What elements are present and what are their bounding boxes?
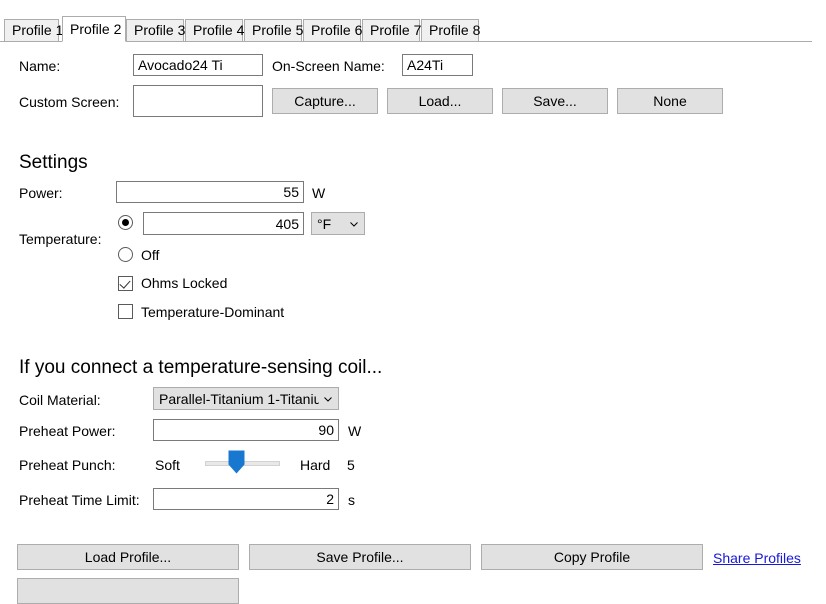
tab-profile-5[interactable]: Profile 5 [244, 19, 302, 41]
temperature-off-label: Off [141, 247, 159, 263]
custom-screen-input[interactable] [133, 85, 263, 117]
preheat-time-unit-label: s [348, 492, 355, 508]
name-input[interactable]: Avocado24 Ti [133, 54, 263, 76]
temperature-dominant-checkbox[interactable] [118, 304, 133, 319]
preheat-punch-max-label: Hard [300, 457, 330, 473]
chevron-down-icon [348, 218, 360, 230]
tab-profile-4[interactable]: Profile 4 [185, 19, 243, 41]
tab-label: Profile 5 [252, 22, 303, 38]
onscreen-name-label: On-Screen Name: [272, 58, 385, 74]
profile-tab-strip: Profile 1 Profile 2 Profile 3 Profile 4 … [0, 0, 826, 42]
save-screen-button[interactable]: Save... [502, 88, 608, 114]
preheat-punch-slider-thumb[interactable] [228, 450, 245, 474]
coil-material-select[interactable]: Parallel-Titanium 1-Titaniu [153, 387, 339, 410]
tab-label: Profile 6 [311, 22, 362, 38]
coil-material-label: Coil Material: [19, 392, 101, 408]
tab-profile-2[interactable]: Profile 2 [62, 16, 126, 42]
coil-section-heading: If you connect a temperature-sensing coi… [19, 357, 382, 379]
settings-heading: Settings [19, 152, 88, 174]
temperature-on-radio[interactable] [118, 215, 133, 230]
share-profiles-link[interactable]: Share Profiles [713, 550, 801, 566]
ohms-locked-checkbox[interactable] [118, 276, 133, 291]
tab-label: Profile 2 [70, 21, 121, 37]
preheat-power-unit-label: W [348, 423, 361, 439]
tab-label: Profile 1 [12, 22, 63, 38]
tab-profile-6[interactable]: Profile 6 [303, 19, 361, 41]
tab-label: Profile 3 [134, 22, 185, 38]
preheat-punch-label: Preheat Punch: [19, 457, 116, 473]
preheat-time-limit-input[interactable]: 2 [153, 488, 339, 510]
load-profile-button[interactable]: Load Profile... [17, 544, 239, 570]
tab-label: Profile 8 [429, 22, 480, 38]
chevron-down-icon [322, 393, 334, 405]
temperature-label: Temperature: [19, 231, 101, 247]
tab-profile-3[interactable]: Profile 3 [126, 19, 184, 41]
tab-label: Profile 4 [193, 22, 244, 38]
preheat-time-limit-label: Preheat Time Limit: [19, 492, 140, 508]
capture-button[interactable]: Capture... [272, 88, 378, 114]
name-label: Name: [19, 58, 60, 74]
power-unit-label: W [312, 185, 325, 201]
save-profile-button[interactable]: Save Profile... [249, 544, 471, 570]
none-screen-button[interactable]: None [617, 88, 723, 114]
temperature-off-radio[interactable] [118, 247, 133, 262]
partial-bottom-button[interactable] [17, 578, 239, 604]
tab-profile-7[interactable]: Profile 7 [362, 19, 420, 41]
temperature-input[interactable]: 405 [143, 212, 304, 235]
power-input[interactable]: 55 [116, 181, 304, 203]
tab-label: Profile 7 [370, 22, 421, 38]
preheat-power-label: Preheat Power: [19, 423, 116, 439]
tab-profile-1[interactable]: Profile 1 [4, 19, 59, 41]
tab-profile-8[interactable]: Profile 8 [421, 19, 479, 41]
preheat-punch-value: 5 [347, 457, 355, 473]
coil-material-value: Parallel-Titanium 1-Titaniu [159, 391, 319, 407]
copy-profile-button[interactable]: Copy Profile [481, 544, 703, 570]
onscreen-name-input[interactable]: A24Ti [402, 54, 473, 76]
custom-screen-label: Custom Screen: [19, 94, 119, 110]
temperature-unit-select[interactable]: °F [311, 212, 365, 235]
preheat-punch-min-label: Soft [155, 457, 180, 473]
ohms-locked-label: Ohms Locked [141, 275, 227, 291]
power-label: Power: [19, 185, 63, 201]
preheat-power-input[interactable]: 90 [153, 419, 339, 441]
load-screen-button[interactable]: Load... [387, 88, 493, 114]
temperature-unit-value: °F [317, 216, 345, 232]
temperature-dominant-label: Temperature-Dominant [141, 304, 284, 320]
